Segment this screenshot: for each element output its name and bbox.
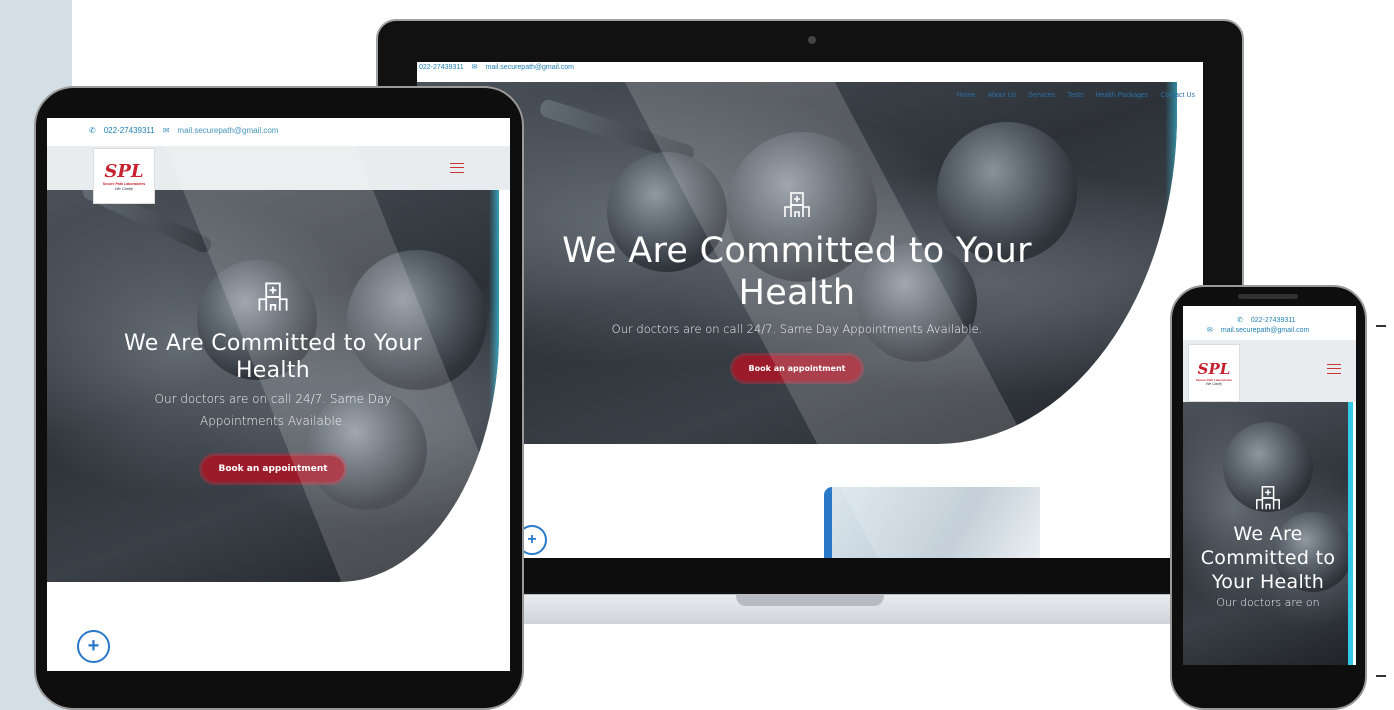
email-link[interactable]: mail.securepath@gmail.com	[177, 126, 278, 135]
envelope-icon: ✉	[162, 126, 170, 135]
email-link[interactable]: mail.securepath@gmail.com	[486, 64, 574, 71]
hero-content: We Are Committed to Your Health Our doct…	[417, 190, 1177, 381]
nav-contact[interactable]: Contact Us	[1160, 92, 1195, 99]
hero-subtitle: Our doctors are on call 24/7. Same Day A…	[154, 392, 392, 428]
email-link[interactable]: mail.securepath@gmail.com	[1221, 327, 1309, 334]
site-logo[interactable]: SPL Secure Path Laboratories We Clarify	[93, 148, 155, 204]
book-appointment-button[interactable]: Book an appointment	[732, 356, 862, 381]
nav-home[interactable]: Home	[957, 92, 976, 99]
book-appointment-button[interactable]: Book an appointment	[202, 456, 344, 482]
hero-content: We Are Committed to Your Health Our doct…	[47, 280, 499, 482]
nav-about[interactable]: About Us	[987, 92, 1016, 99]
devices-mockup: 022-27439311 ✉ mail.securepath@gmail.com…	[0, 0, 1394, 710]
hero-title: We Are Committed to Your Health	[1200, 523, 1336, 593]
plus-circle-icon[interactable]: +	[77, 630, 110, 663]
envelope-icon: ✉	[471, 64, 478, 71]
logo-mark: SPL	[1197, 360, 1231, 378]
hero-section: We Are Committed to Your Health Our doct…	[417, 82, 1177, 444]
main-nav: Home About Us Services Tests Health Pack…	[957, 92, 1195, 99]
hamburger-menu-icon[interactable]	[450, 163, 464, 173]
hero-subtitle: Our doctors are on call 24/7. Same Day A…	[611, 322, 983, 336]
logo-tagline: We Clarify	[114, 185, 134, 191]
contact-bar: 022-27439311 ✉ mail.securepath@gmail.com	[419, 63, 574, 72]
hero-title: We Are Committed to Your Health	[124, 331, 422, 383]
nav-health-packages[interactable]: Health Packages	[1095, 92, 1148, 99]
hero-section: We Are Committed to Your Health Our doct…	[1183, 402, 1353, 665]
contact-bar-line1: ✆ 022-27439311	[1237, 316, 1296, 325]
phone-number[interactable]: 022-27439311	[1251, 317, 1296, 324]
tablet-screen: ✆ 022-27439311 ✉ mail.securepath@gmail.c…	[47, 118, 510, 671]
envelope-icon: ✉	[1207, 327, 1213, 334]
hero-section: We Are Committed to Your Health Our doct…	[47, 190, 499, 582]
laptop-bezel-bottom	[417, 558, 1203, 592]
phone-icon: ✆	[89, 126, 96, 135]
hospital-building-icon	[784, 192, 810, 217]
contact-bar-line2: ✉ mail.securepath@gmail.com	[1207, 326, 1309, 335]
section-image	[824, 487, 1040, 558]
phone-icon: ✆	[1237, 317, 1243, 324]
hero-title: We Are Committed to Your Health	[562, 231, 1032, 313]
hospital-building-icon	[258, 282, 288, 311]
site-logo[interactable]: SPL Secure Path Laboratories We Clarify	[1188, 344, 1240, 402]
nav-tests[interactable]: Tests	[1067, 92, 1083, 99]
edge-tick	[1376, 675, 1386, 677]
phone-screen: ✆ 022-27439311 ✉ mail.securepath@gmail.c…	[1183, 306, 1356, 665]
laptop-screen: 022-27439311 ✉ mail.securepath@gmail.com…	[417, 62, 1203, 558]
phone-speaker	[1238, 294, 1298, 299]
hero-subtitle: Our doctors are on	[1216, 596, 1320, 609]
hospital-building-icon	[1256, 486, 1280, 510]
laptop-notch	[736, 594, 884, 606]
laptop-camera	[808, 36, 816, 44]
phone-number[interactable]: 022-27439311	[104, 126, 155, 135]
edge-tick	[1376, 325, 1386, 327]
nav-services[interactable]: Services	[1028, 92, 1055, 99]
hamburger-menu-icon[interactable]	[1327, 364, 1341, 374]
logo-mark: SPL	[104, 160, 144, 182]
hero-content: We Are Committed to Your Health Our doct…	[1183, 484, 1353, 609]
phone-number[interactable]: 022-27439311	[419, 64, 464, 71]
logo-tagline: We Clarify	[1205, 382, 1223, 386]
contact-bar: ✆ 022-27439311 ✉ mail.securepath@gmail.c…	[89, 126, 278, 135]
